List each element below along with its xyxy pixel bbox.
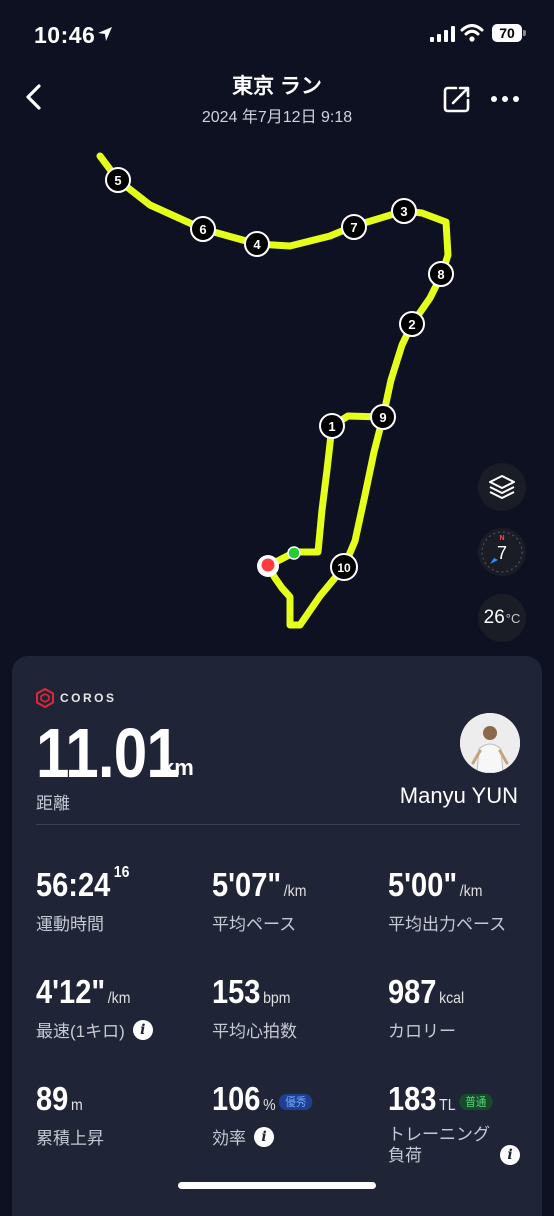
- status-time: 10:46: [34, 22, 96, 48]
- metric-calories-label: カロリー: [388, 1022, 456, 1041]
- start-point: [287, 546, 301, 560]
- km-marker: 10: [330, 553, 358, 581]
- svg-text:1: 1: [328, 419, 335, 434]
- km-marker: 6: [190, 216, 216, 242]
- info-icon[interactable]: i: [132, 1019, 153, 1040]
- svg-text:4: 4: [253, 237, 261, 252]
- brand-name: COROS: [60, 691, 117, 705]
- temperature-badge: 26 °C: [478, 594, 526, 642]
- battery-icon: 70: [492, 24, 522, 42]
- metric-efficiency-label: 効率 i: [212, 1124, 274, 1149]
- metric-fastest-km: 4'12"/km: [36, 973, 131, 1010]
- distance-markers: 5 6 4 7 3 8 2 9 1 10: [105, 167, 454, 581]
- divider: [36, 824, 520, 825]
- metric-elevation-gain: 89 m: [36, 1080, 83, 1117]
- home-indicator: [178, 1182, 376, 1189]
- metric-avg-power-pace: 5'00"/km: [388, 866, 483, 903]
- km-marker: 1: [319, 413, 345, 439]
- user-name: Manyu YUN: [399, 783, 518, 808]
- avatar-image: [460, 713, 520, 773]
- brand-logo: COROS: [36, 688, 117, 708]
- info-icon[interactable]: i: [254, 1126, 274, 1147]
- svg-text:6: 6: [199, 222, 206, 237]
- coros-logo-icon: [36, 688, 54, 708]
- svg-text:3: 3: [400, 204, 407, 219]
- km-marker: 2: [399, 311, 425, 337]
- efficiency-badge: 優秀: [279, 1094, 313, 1110]
- metric-avg-pace: 5'07"/km: [212, 866, 307, 903]
- km-marker: 3: [391, 198, 417, 224]
- duration-hundredths: 16: [113, 864, 130, 881]
- km-marker: 4: [244, 231, 270, 257]
- svg-text:9: 9: [379, 410, 386, 425]
- km-marker: 5: [105, 167, 131, 193]
- km-marker: 7: [341, 214, 367, 240]
- metric-efficiency: 106% 優秀: [212, 1080, 313, 1118]
- svg-text:8: 8: [437, 267, 444, 282]
- svg-text:10: 10: [337, 561, 351, 575]
- layers-icon: [489, 475, 515, 499]
- metric-avg-heart-rate: 153 bpm: [212, 973, 291, 1010]
- metric-avg-power-pace-label: 平均出力ペース: [388, 915, 507, 934]
- wifi-icon: [460, 24, 484, 42]
- info-icon[interactable]: i: [500, 1145, 520, 1165]
- metric-duration-label: 運動時間: [36, 915, 104, 934]
- metric-fastest-km-label: 最速(1キロ) i: [36, 1017, 153, 1042]
- svg-text:7: 7: [350, 220, 357, 235]
- metric-avg-pace-label: 平均ペース: [212, 915, 297, 934]
- signal-icon: [430, 26, 455, 42]
- svg-text:N: N: [499, 535, 504, 542]
- svg-text:2: 2: [408, 317, 415, 332]
- distance-value: 11.01: [36, 714, 180, 792]
- route-path: [96, 152, 452, 629]
- metric-calories: 987 kcal: [388, 973, 465, 1010]
- metric-duration: 56:24 16: [36, 864, 130, 903]
- distance-unit: km: [162, 755, 194, 780]
- temperature-unit: °C: [505, 610, 521, 626]
- share-icon[interactable]: [442, 84, 472, 114]
- battery-cap: [523, 30, 526, 36]
- distance-label: 距離: [36, 794, 70, 813]
- metric-training-load-label: トレーニング 負荷: [388, 1125, 490, 1165]
- km-marker: 9: [370, 404, 396, 430]
- metric-elevation-gain-label: 累積上昇: [36, 1129, 104, 1148]
- training-load-badge: 普通: [459, 1094, 493, 1110]
- end-point: [257, 555, 279, 577]
- compass-value: 7: [496, 542, 507, 563]
- more-dots-icon[interactable]: [490, 94, 520, 104]
- km-marker: 8: [428, 261, 454, 287]
- route-map[interactable]: 5 6 4 7 3 8 2 9 1 10: [0, 140, 554, 660]
- metric-training-load: 183 TL 普通: [388, 1080, 493, 1118]
- temperature-value: 26: [483, 607, 505, 628]
- compass-button[interactable]: N 7: [478, 528, 526, 576]
- location-arrow-icon: [98, 27, 112, 41]
- metric-avg-heart-rate-label: 平均心拍数: [212, 1022, 297, 1041]
- avatar[interactable]: [460, 713, 520, 773]
- layers-button[interactable]: [478, 463, 526, 511]
- svg-text:5: 5: [114, 173, 121, 188]
